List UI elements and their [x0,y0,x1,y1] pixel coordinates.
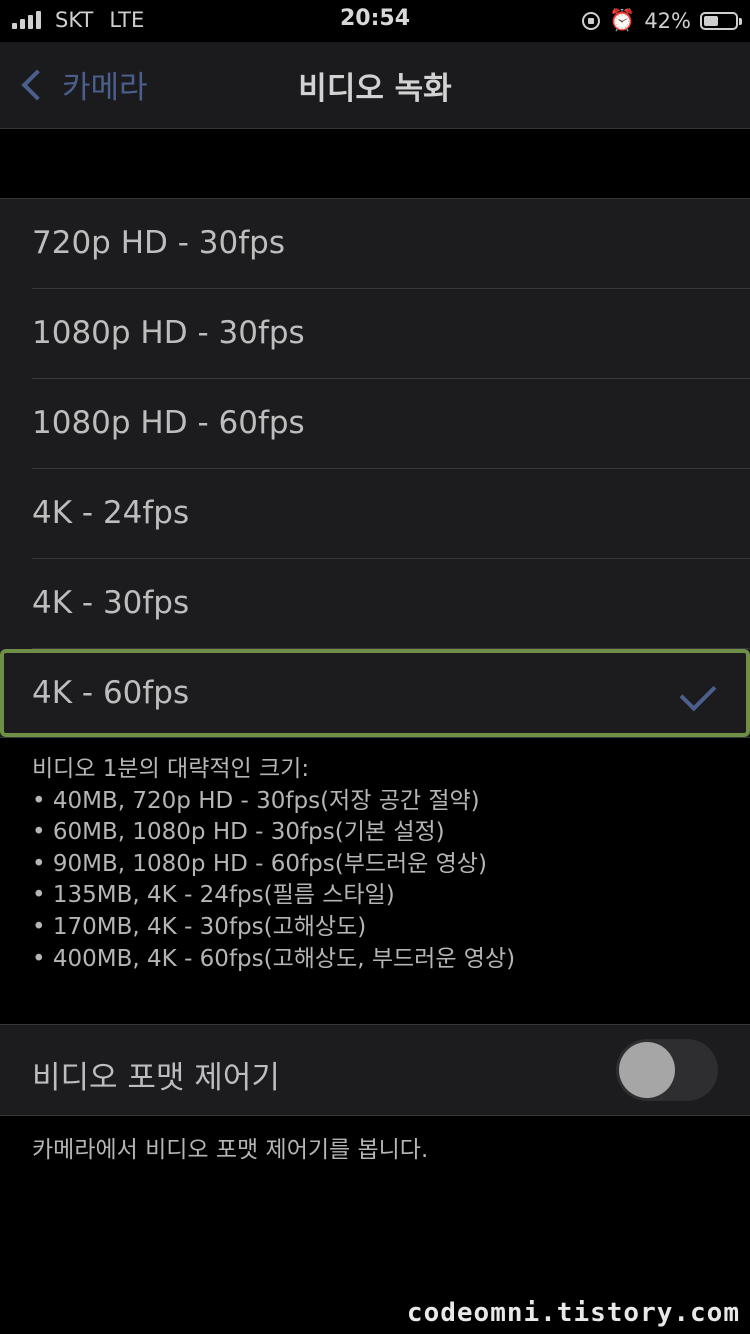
option-label: 720p HD - 30fps [32,225,285,261]
format-control-label: 비디오 포맷 제어기 [32,1060,280,1096]
size-info-item: 40MB, 720p HD - 30fps(저장 공간 절약) [32,786,515,818]
toggle-knob [619,1042,675,1098]
battery-percent: 42% [644,8,691,33]
option-label: 4K - 30fps [32,585,190,621]
battery-icon [700,11,742,30]
format-control-description: 카메라에서 비디오 포맷 제어기를 봅니다. [32,1137,429,1163]
page-title: 비디오 녹화 [298,71,452,107]
navigation-bar: 카메라 비디오 녹화 [0,42,750,129]
alarm-icon: ⏰ [609,8,636,32]
size-info-item: 90MB, 1080p HD - 60fps(부드러운 영상) [32,849,515,881]
option-label: 4K - 60fps [32,675,190,711]
size-info: 비디오 1분의 대략적인 크기: 40MB, 720p HD - 30fps(저… [32,754,515,975]
size-info-title: 비디오 1분의 대략적인 크기: [32,756,310,782]
option-label: 1080p HD - 60fps [32,405,305,441]
video-format-options: 720p HD - 30fps 1080p HD - 30fps 1080p H… [0,198,750,738]
rotation-lock-icon [582,11,601,30]
option-1080p-60fps[interactable]: 1080p HD - 60fps [32,379,750,469]
option-label: 4K - 24fps [32,495,190,531]
status-bar: SKT LTE 20:54 ⏰ 42% [0,0,750,42]
size-info-item: 135MB, 4K - 24fps(필름 스타일) [32,880,515,912]
size-info-item: 400MB, 4K - 60fps(고해상도, 부드러운 영상) [32,944,515,976]
option-4k-30fps[interactable]: 4K - 30fps [32,559,750,649]
option-720p-30fps[interactable]: 720p HD - 30fps [32,199,750,289]
size-info-item: 170MB, 4K - 30fps(고해상도) [32,912,515,944]
format-control-toggle[interactable] [616,1039,718,1101]
size-info-item: 60MB, 1080p HD - 30fps(기본 설정) [32,817,515,849]
checkmark-icon [679,674,717,712]
option-label: 1080p HD - 30fps [32,315,305,351]
option-4k-24fps[interactable]: 4K - 24fps [32,469,750,559]
option-4k-60fps[interactable]: 4K - 60fps [0,649,750,737]
status-right: ⏰ 42% [582,8,742,33]
format-control-row: 비디오 포맷 제어기 [0,1024,750,1116]
watermark: codeomni.tistory.com [406,1298,740,1328]
option-1080p-30fps[interactable]: 1080p HD - 30fps [32,289,750,379]
